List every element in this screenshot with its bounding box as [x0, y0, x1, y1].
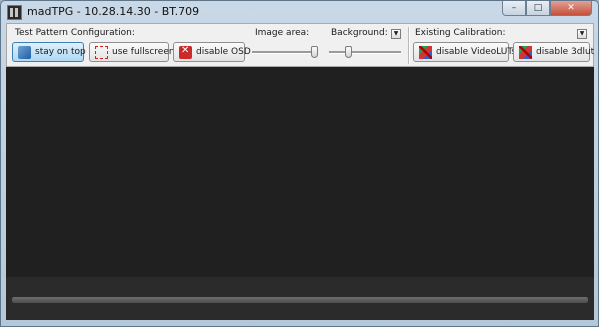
- stay-on-top-button[interactable]: stay on top: [12, 42, 86, 62]
- disable-osd-button[interactable]: disable OSD: [173, 42, 251, 62]
- image-area-track: [252, 51, 318, 54]
- window-title: madTPG - 10.28.14.30 - BT.709: [27, 5, 200, 18]
- pin-icon: [18, 45, 31, 59]
- background-track: [329, 51, 401, 54]
- use-fullscreen-label: use fullscreen: [112, 47, 175, 57]
- image-area-slider[interactable]: [252, 46, 318, 58]
- disable-videoluts-label: disable VideoLUTs: [436, 47, 517, 57]
- chevron-down-icon: ▼: [393, 30, 399, 37]
- minimize-button[interactable]: –: [502, 1, 526, 16]
- 3dlut-icon: [519, 45, 532, 59]
- madtpg-film-icon: [7, 5, 22, 20]
- calibration-dropdown-button[interactable]: ▼: [577, 29, 587, 39]
- caption-buttons: – □ ✕: [502, 1, 592, 18]
- disable-3dlut-button[interactable]: disable 3dlut: [513, 42, 594, 62]
- close-button[interactable]: ✕: [550, 1, 592, 16]
- chevron-down-icon: ▼: [579, 30, 585, 37]
- background-label: Background:: [331, 28, 388, 38]
- fullscreen-icon: [95, 45, 108, 59]
- test-pattern-canvas[interactable]: [6, 67, 594, 320]
- test-pattern-label: Test Pattern Configuration:: [15, 28, 135, 38]
- background-slider[interactable]: [329, 46, 401, 58]
- stay-on-top-label: stay on top: [35, 47, 86, 57]
- progress-fill: [12, 297, 588, 303]
- disable-3dlut-label: disable 3dlut: [536, 47, 595, 57]
- use-fullscreen-button[interactable]: use fullscreen: [89, 42, 175, 62]
- maximize-button[interactable]: □: [526, 1, 550, 16]
- title-bar[interactable]: madTPG - 10.28.14.30 - BT.709 – □ ✕: [1, 1, 598, 23]
- background-dropdown-button[interactable]: ▼: [391, 29, 401, 39]
- toolbar-divider: [408, 27, 410, 64]
- disable-videoluts-button[interactable]: disable VideoLUTs: [413, 42, 516, 62]
- disable-osd-label: disable OSD: [196, 47, 251, 57]
- toolbar: Test Pattern Configuration: stay on top …: [6, 23, 594, 67]
- madtpg-window: madTPG - 10.28.14.30 - BT.709 – □ ✕ Test…: [0, 0, 599, 327]
- progress-bar: [12, 297, 588, 303]
- image-area-thumb[interactable]: [311, 46, 318, 58]
- bottom-band: [6, 277, 594, 320]
- osd-disable-icon: [179, 45, 192, 59]
- image-area-label: Image area:: [255, 28, 310, 38]
- videolut-icon: [419, 45, 432, 59]
- existing-calibration-label: Existing Calibration:: [415, 28, 506, 38]
- background-thumb[interactable]: [345, 46, 352, 58]
